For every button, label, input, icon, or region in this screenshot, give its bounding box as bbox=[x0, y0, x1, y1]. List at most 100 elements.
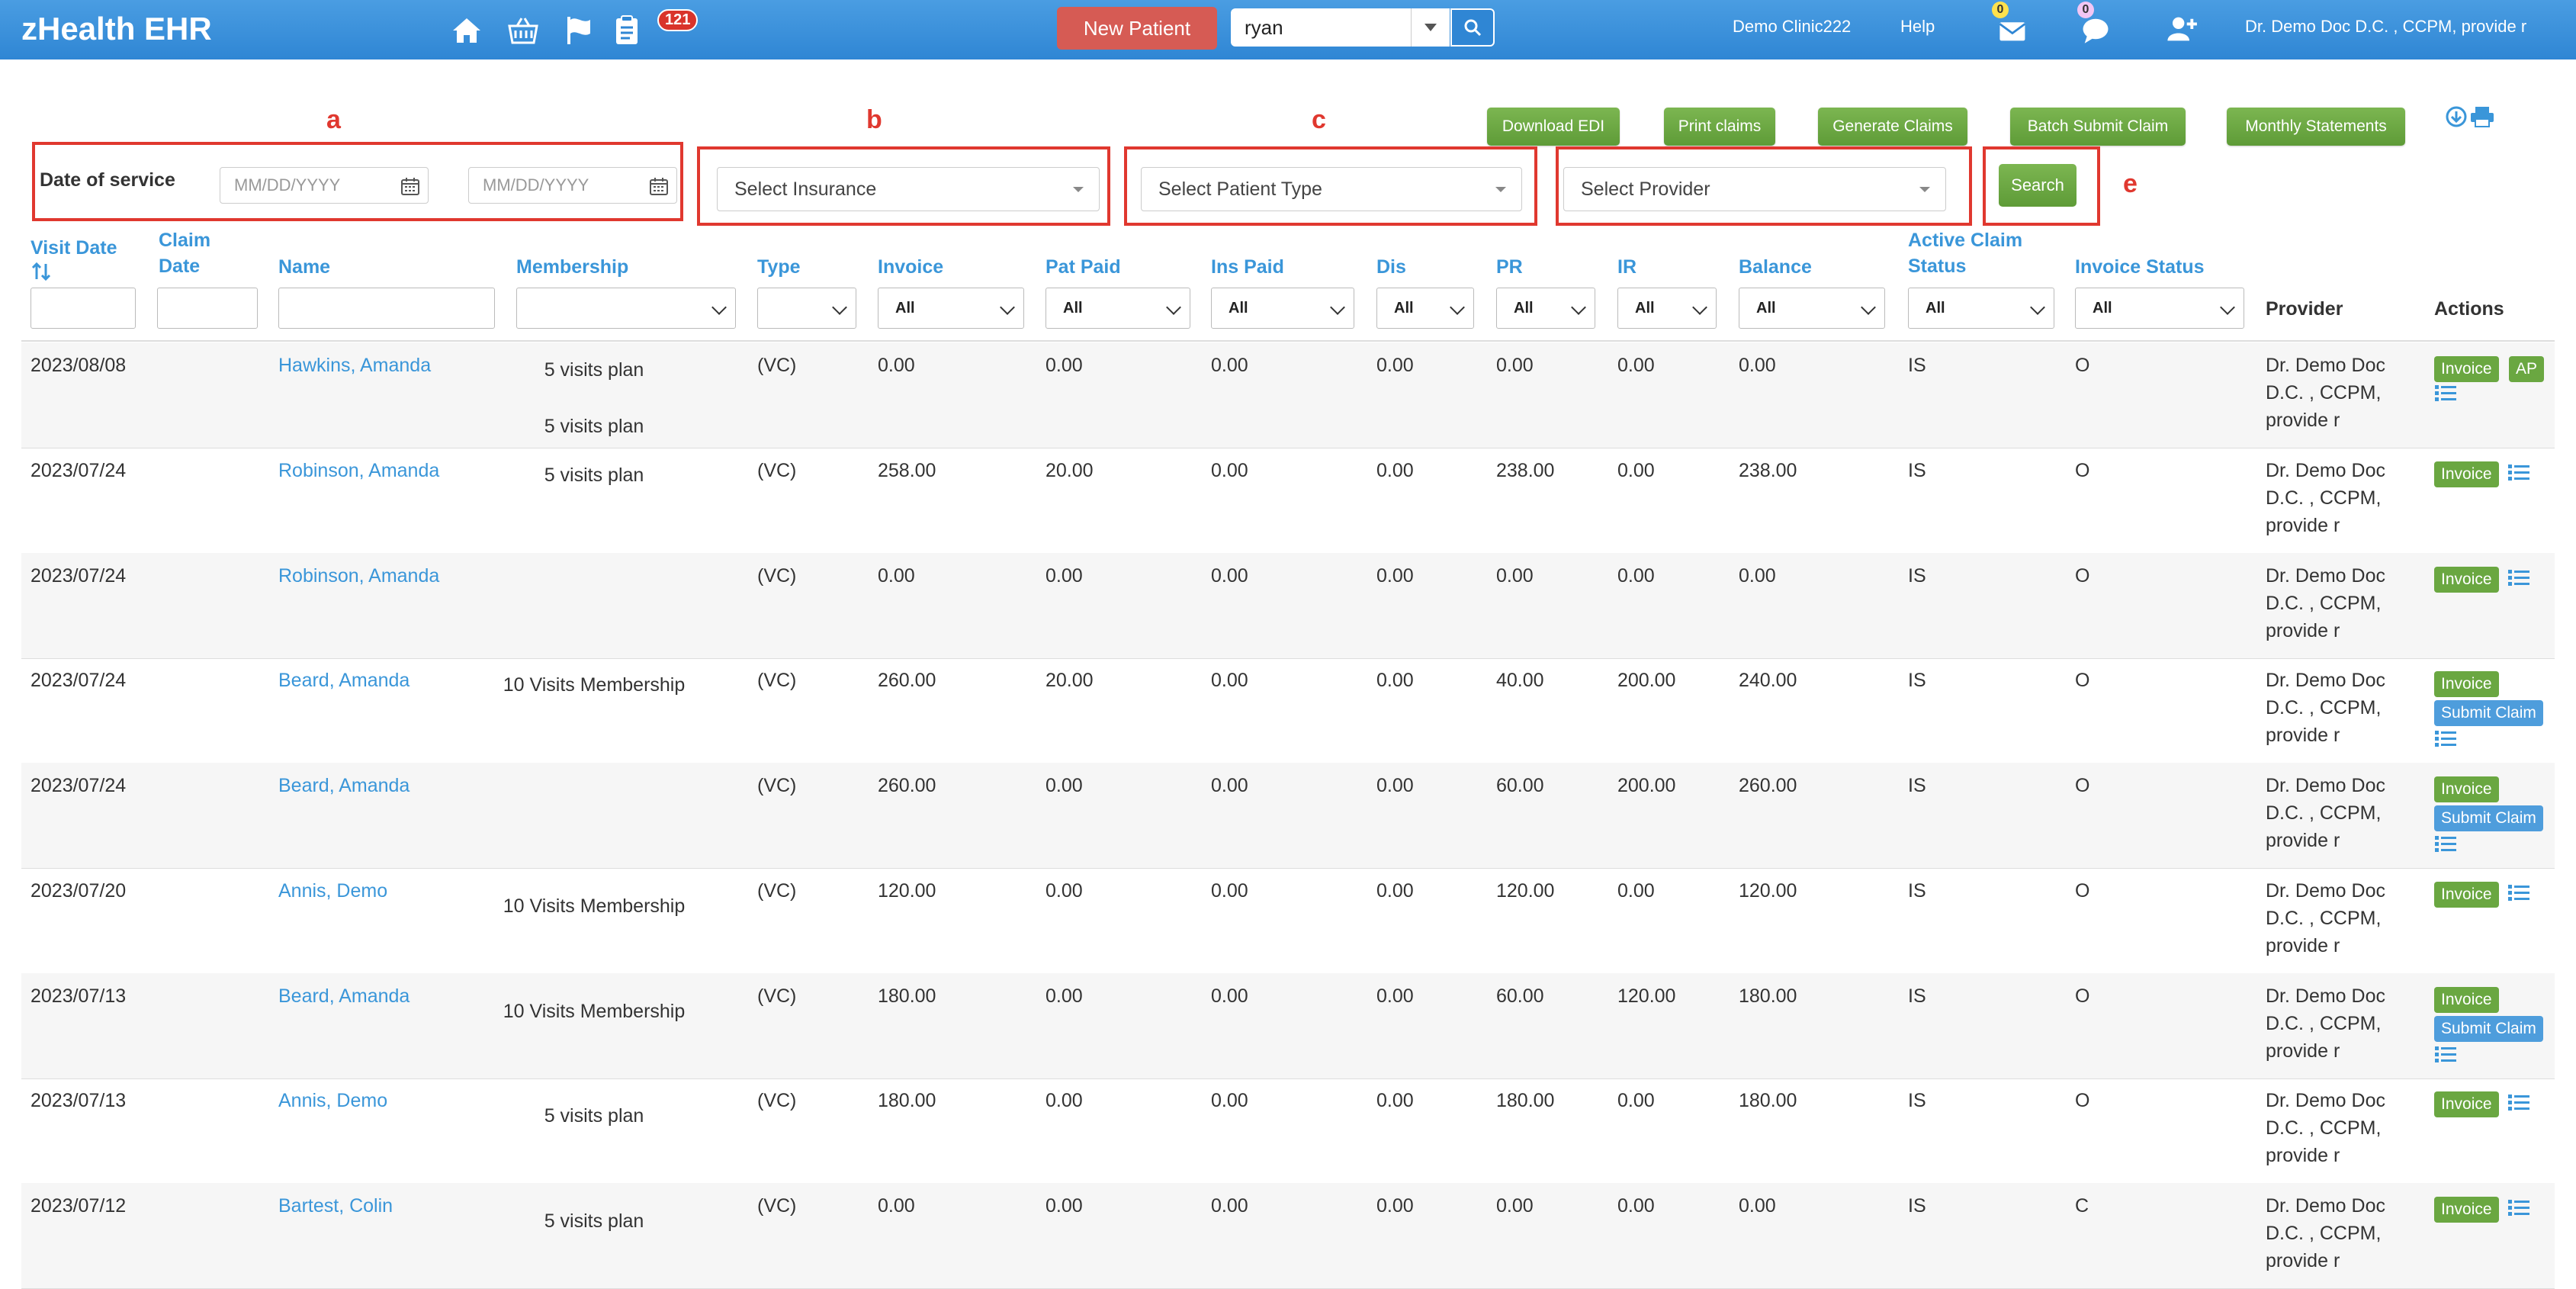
search-dropdown-toggle[interactable] bbox=[1411, 8, 1450, 47]
col-active-claim-status: Active Claim Status bbox=[1908, 227, 2022, 279]
claim-date-filter-input[interactable] bbox=[157, 288, 258, 329]
claim-status-filter-select[interactable]: All bbox=[1908, 288, 2054, 329]
invoice-status-filter-select[interactable]: All bbox=[2075, 288, 2244, 329]
invoice-button[interactable]: Invoice bbox=[2434, 461, 2499, 487]
cell-name[interactable]: Robinson, Amanda bbox=[278, 562, 439, 590]
sort-icon[interactable] bbox=[31, 261, 52, 282]
invoice-button[interactable]: Invoice bbox=[2434, 1091, 2499, 1117]
monthly-statements-button[interactable]: Monthly Statements bbox=[2227, 108, 2405, 146]
invoice-button[interactable]: Invoice bbox=[2434, 1197, 2499, 1223]
col-visit-date[interactable]: Visit Date bbox=[31, 235, 117, 289]
cell-ir: 200.00 bbox=[1617, 670, 1676, 691]
name-filter-input[interactable] bbox=[278, 288, 495, 329]
visit-date-filter-input[interactable] bbox=[31, 288, 136, 329]
chevron-down-icon bbox=[1450, 300, 1465, 315]
insurance-select[interactable]: Select Insurance bbox=[717, 167, 1100, 211]
cell-provider: Dr. Demo Doc D.C. , CCPM, provide r bbox=[2266, 982, 2418, 1065]
claim-status-filter-value: All bbox=[1926, 299, 1945, 317]
membership-filter-select[interactable] bbox=[516, 288, 736, 329]
invoice-filter-select[interactable]: All bbox=[878, 288, 1024, 329]
ap-button[interactable]: AP bbox=[2509, 356, 2545, 382]
list-icon[interactable] bbox=[2507, 883, 2530, 903]
membership-plan: 5 visits plan bbox=[544, 416, 644, 437]
clinic-name[interactable]: Demo Clinic222 bbox=[1733, 17, 1851, 37]
submit-claim-button[interactable]: Submit Claim bbox=[2434, 700, 2543, 726]
download-edi-button[interactable]: Download EDI bbox=[1487, 108, 1620, 146]
basket-icon[interactable] bbox=[506, 14, 540, 47]
cell-name[interactable]: Annis, Demo bbox=[278, 877, 387, 905]
cell-name[interactable]: Bartest, Colin bbox=[278, 1192, 393, 1220]
calendar-icon[interactable] bbox=[400, 176, 420, 196]
cell-invoice: 120.00 bbox=[878, 880, 936, 902]
invoice-button[interactable]: Invoice bbox=[2434, 987, 2499, 1013]
cell-type: (VC) bbox=[757, 670, 797, 691]
invoice-button[interactable]: Invoice bbox=[2434, 882, 2499, 908]
patient-search-input[interactable]: ryan bbox=[1231, 8, 1411, 47]
app-logo[interactable]: zHealth EHR bbox=[21, 11, 212, 47]
flag-icon[interactable] bbox=[563, 14, 596, 47]
list-icon[interactable] bbox=[2507, 463, 2530, 483]
date-to-input[interactable]: MM/DD/YYYY bbox=[468, 167, 677, 204]
list-icon[interactable] bbox=[2507, 1093, 2530, 1113]
list-icon[interactable] bbox=[2434, 384, 2457, 403]
cell-name[interactable]: Annis, Demo bbox=[278, 1087, 387, 1114]
user-menu[interactable]: Dr. Demo Doc D.C. , CCPM, provide r bbox=[2245, 17, 2526, 37]
submit-claim-button[interactable]: Submit Claim bbox=[2434, 1016, 2543, 1042]
notification-count-badge[interactable]: 121 bbox=[657, 9, 699, 31]
type-filter-select[interactable] bbox=[757, 288, 856, 329]
cell-pr: 238.00 bbox=[1496, 460, 1555, 481]
search-icon bbox=[1464, 19, 1482, 37]
home-icon[interactable] bbox=[450, 14, 483, 47]
cell-ins-paid: 0.00 bbox=[1211, 460, 1248, 481]
cell-ins-paid: 0.00 bbox=[1211, 775, 1248, 796]
cell-balance: 0.00 bbox=[1739, 565, 1776, 587]
calendar-icon[interactable] bbox=[649, 176, 669, 196]
cell-ins-paid: 0.00 bbox=[1211, 985, 1248, 1007]
ir-filter-select[interactable]: All bbox=[1617, 288, 1717, 329]
generate-claims-button[interactable]: Generate Claims bbox=[1818, 108, 1967, 146]
cell-claim-status: IS bbox=[1908, 1195, 1926, 1217]
balance-filter-value: All bbox=[1756, 299, 1776, 317]
list-icon[interactable] bbox=[2434, 1045, 2457, 1065]
help-link[interactable]: Help bbox=[1900, 17, 1935, 37]
date-from-input[interactable]: MM/DD/YYYY bbox=[220, 167, 429, 204]
list-icon[interactable] bbox=[2434, 834, 2457, 854]
cell-dis: 0.00 bbox=[1376, 880, 1414, 902]
chat-count-badge: 0 bbox=[2077, 2, 2094, 18]
provider-select[interactable]: Select Provider bbox=[1563, 167, 1946, 211]
cell-name[interactable]: Beard, Amanda bbox=[278, 772, 410, 799]
submit-claim-button[interactable]: Submit Claim bbox=[2434, 805, 2543, 831]
cell-balance: 120.00 bbox=[1739, 880, 1797, 902]
balance-filter-select[interactable]: All bbox=[1739, 288, 1885, 329]
list-icon[interactable] bbox=[2507, 568, 2530, 588]
new-patient-button[interactable]: New Patient bbox=[1057, 7, 1217, 50]
provider-line: D.C. , CCPM, bbox=[2266, 487, 2382, 509]
col-ir: IR bbox=[1617, 256, 1636, 278]
download-icon[interactable] bbox=[2445, 105, 2468, 128]
list-icon[interactable] bbox=[2507, 1198, 2530, 1218]
invoice-button[interactable]: Invoice bbox=[2434, 776, 2499, 802]
invoice-button[interactable]: Invoice bbox=[2434, 356, 2499, 382]
cell-pr: 40.00 bbox=[1496, 670, 1544, 691]
ins-paid-filter-select[interactable]: All bbox=[1211, 288, 1354, 329]
dis-filter-select[interactable]: All bbox=[1376, 288, 1474, 329]
print-claims-button[interactable]: Print claims bbox=[1664, 108, 1775, 146]
cell-name[interactable]: Hawkins, Amanda bbox=[278, 352, 431, 379]
invoice-button[interactable]: Invoice bbox=[2434, 567, 2499, 593]
cell-name[interactable]: Beard, Amanda bbox=[278, 982, 410, 1010]
add-user-icon[interactable] bbox=[2164, 12, 2197, 43]
cell-name[interactable]: Robinson, Amanda bbox=[278, 457, 439, 484]
search-button[interactable] bbox=[1450, 8, 1495, 47]
clipboard-icon[interactable] bbox=[610, 14, 644, 47]
invoice-button[interactable]: Invoice bbox=[2434, 671, 2499, 697]
ins-paid-filter-value: All bbox=[1229, 299, 1248, 317]
cell-visit-date: 2023/07/20 bbox=[31, 880, 127, 902]
filter-search-button[interactable]: Search bbox=[1999, 164, 2077, 207]
patient-type-select[interactable]: Select Patient Type bbox=[1141, 167, 1522, 211]
pat-paid-filter-select[interactable]: All bbox=[1045, 288, 1190, 329]
list-icon[interactable] bbox=[2434, 729, 2457, 749]
print-icon[interactable] bbox=[2469, 105, 2495, 128]
pr-filter-select[interactable]: All bbox=[1496, 288, 1595, 329]
cell-name[interactable]: Beard, Amanda bbox=[278, 667, 410, 694]
batch-submit-claim-button[interactable]: Batch Submit Claim bbox=[2010, 108, 2186, 146]
